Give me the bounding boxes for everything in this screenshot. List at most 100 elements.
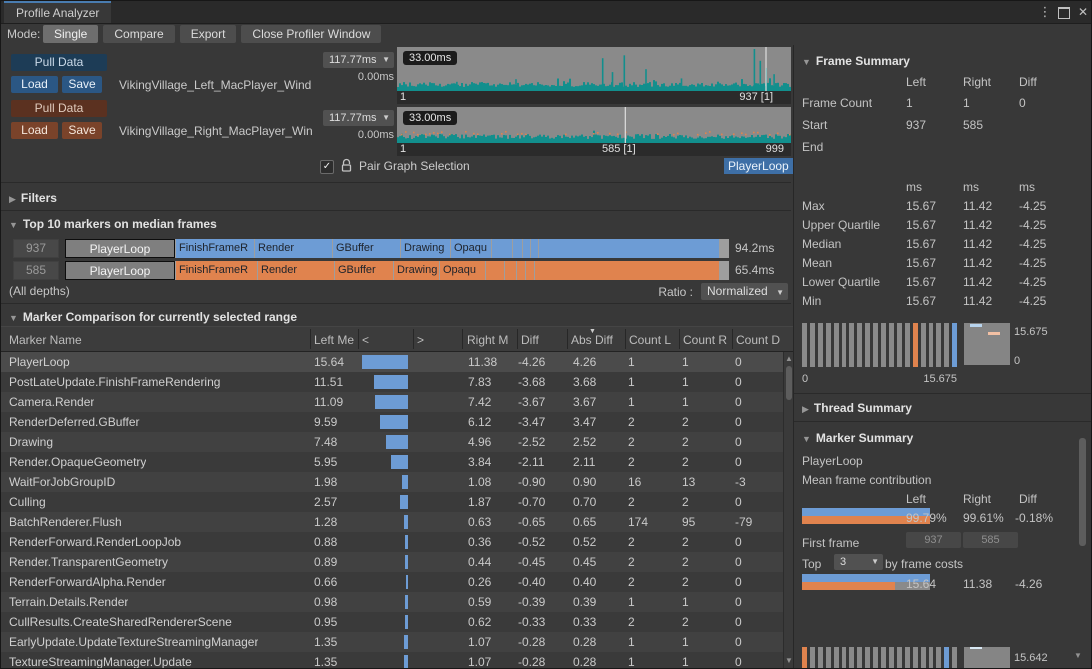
top10-segment-gbuffer[interactable]: GBuffer xyxy=(333,239,400,258)
marker-row[interactable]: PostLateUpdate.FinishFrameRendering11.51… xyxy=(1,372,783,392)
top10-segment-playerloop[interactable]: PlayerLoop xyxy=(65,261,175,280)
left-median-value: 0.66 xyxy=(314,572,337,592)
marker-row[interactable]: RenderDeferred.GBuffer9.596.12-3.473.472… xyxy=(1,412,783,432)
marker-row[interactable]: WaitForJobGroupID1.981.08-0.900.901613-3 xyxy=(1,472,783,492)
toolbar-button-export[interactable]: Export xyxy=(180,25,237,43)
column-header-right-m[interactable]: Right M xyxy=(467,327,508,351)
pair-graph-checkbox[interactable]: ✓ xyxy=(320,160,334,174)
marker-row[interactable]: Render.OpaqueGeometry5.953.84-2.112.1122… xyxy=(1,452,783,472)
top10-segment-render[interactable]: Render xyxy=(258,261,334,280)
table-scrollbar-thumb[interactable] xyxy=(786,366,792,400)
comparison-section-header[interactable]: ▼Marker Comparison for currently selecte… xyxy=(9,310,297,324)
marker-row[interactable]: TextureStreamingManager.Update1.351.07-0… xyxy=(1,652,783,669)
first-frame-label: First frame xyxy=(802,534,859,552)
top10-frame-number[interactable]: 937 xyxy=(13,239,59,258)
marker-row[interactable]: RenderForward.RenderLoopJob0.880.36-0.52… xyxy=(1,532,783,552)
marker-name: PostLateUpdate.FinishFrameRendering xyxy=(9,372,220,392)
panel-scrollbar-thumb[interactable] xyxy=(1079,438,1086,546)
pull-data-right-button[interactable]: Pull Data xyxy=(11,100,107,117)
histogram-bar xyxy=(873,323,878,367)
stat-value: 15.67 xyxy=(906,254,936,272)
top10-segment-finishframer[interactable]: FinishFrameR xyxy=(176,261,257,280)
top10-segment-render[interactable]: Render xyxy=(255,239,332,258)
toolbar-button-single[interactable]: Single xyxy=(43,25,98,43)
marker-histogram[interactable] xyxy=(802,647,957,669)
marker-row[interactable]: PlayerLoop15.6411.38-4.264.26110 xyxy=(1,352,783,372)
marker-row[interactable]: CullResults.CreateSharedRendererScene0.9… xyxy=(1,612,783,632)
column-header-marker-name[interactable]: Marker Name xyxy=(9,327,82,351)
column-header-diff[interactable]: Diff xyxy=(521,327,539,351)
histogram-bar xyxy=(849,647,854,669)
top10-segment[interactable] xyxy=(535,261,719,280)
ratio-dropdown[interactable]: Normalized▼ xyxy=(701,283,788,300)
first-frame-left-button[interactable]: 937 xyxy=(906,532,961,548)
top10-segment-opaqu[interactable]: Opaqu xyxy=(440,261,485,280)
top10-section-header[interactable]: ▼Top 10 markers on median frames xyxy=(9,217,217,231)
pull-data-left-button[interactable]: Pull Data xyxy=(11,54,107,71)
table-scrollbar[interactable]: ▲ ▼ xyxy=(783,352,793,669)
top10-segment[interactable] xyxy=(526,261,534,280)
frame-summary-header[interactable]: ▼Frame Summary xyxy=(802,54,910,68)
histogram-bar xyxy=(905,647,910,669)
frame-info-label: Start xyxy=(802,116,827,134)
column-header-arrow[interactable]: < xyxy=(362,327,369,351)
tab-profile-analyzer[interactable]: Profile Analyzer xyxy=(4,1,111,23)
top10-segment-playerloop[interactable]: PlayerLoop xyxy=(65,239,175,258)
load-right-button[interactable]: Load xyxy=(11,122,58,139)
marker-row[interactable]: Terrain.Details.Render0.980.59-0.390.391… xyxy=(1,592,783,612)
top10-segment[interactable] xyxy=(517,261,525,280)
marker-row[interactable]: Drawing7.484.96-2.522.52220 xyxy=(1,432,783,452)
top-n-dropdown[interactable]: 3▼ xyxy=(834,554,883,570)
toolbar-button-compare[interactable]: Compare xyxy=(103,25,174,43)
top10-segment-opaqu[interactable]: Opaqu xyxy=(451,239,491,258)
histogram-bar xyxy=(952,323,957,367)
marker-row[interactable]: Render.TransparentGeometry0.890.44-0.450… xyxy=(1,552,783,572)
top10-segment-finishframer[interactable]: FinishFrameR xyxy=(176,239,254,258)
marker-row[interactable]: RenderForwardAlpha.Render0.660.26-0.400.… xyxy=(1,572,783,592)
scroll-down-icon[interactable]: ▼ xyxy=(1073,651,1083,661)
top10-segment[interactable] xyxy=(505,261,516,280)
histogram-bar xyxy=(818,323,823,367)
top10-segment[interactable] xyxy=(531,239,538,258)
marker-name: Render.OpaqueGeometry xyxy=(9,452,146,472)
first-frame-right-button[interactable]: 585 xyxy=(963,532,1018,548)
column-header-count-l[interactable]: Count L xyxy=(629,327,671,351)
column-header-left-me[interactable]: Left Me xyxy=(314,327,354,351)
right-median-value: 1.07 xyxy=(468,652,491,669)
column-header-arrow[interactable]: > xyxy=(417,327,424,351)
histogram-bar xyxy=(834,323,839,367)
top10-segment-drawing[interactable]: Drawing xyxy=(394,261,439,280)
load-left-button[interactable]: Load xyxy=(11,76,58,93)
toolbar-button-close-profiler-window[interactable]: Close Profiler Window xyxy=(241,25,381,43)
column-header-count-r[interactable]: Count R xyxy=(683,327,727,351)
top10-segment[interactable] xyxy=(539,239,719,258)
maximize-icon[interactable] xyxy=(1058,7,1070,19)
left-range-dropdown[interactable]: 117.77ms▼ xyxy=(323,52,394,68)
column-header-count-d[interactable]: Count D xyxy=(736,327,780,351)
marker-row[interactable]: Camera.Render11.097.42-3.673.67110 xyxy=(1,392,783,412)
kebab-menu-icon[interactable]: ⋮ xyxy=(1037,4,1053,20)
right-range-dropdown[interactable]: 117.77ms▼ xyxy=(323,110,394,126)
top10-frame-number[interactable]: 585 xyxy=(13,261,59,280)
histogram-bar xyxy=(897,323,902,367)
marker-summary-header[interactable]: ▼Marker Summary xyxy=(802,431,913,445)
top10-segment[interactable] xyxy=(513,239,522,258)
save-right-button[interactable]: Save xyxy=(62,122,102,139)
top10-segment[interactable] xyxy=(492,239,512,258)
top10-segment[interactable] xyxy=(523,239,530,258)
marker-row[interactable]: BatchRenderer.Flush1.280.63-0.650.651749… xyxy=(1,512,783,532)
frame-histogram[interactable] xyxy=(802,323,957,367)
filters-section-header[interactable]: ▶Filters xyxy=(9,191,57,205)
save-left-button[interactable]: Save xyxy=(62,76,102,93)
top10-segment-drawing[interactable]: Drawing xyxy=(401,239,450,258)
top10-segment-gbuffer[interactable]: GBuffer xyxy=(335,261,393,280)
lock-icon[interactable] xyxy=(340,158,353,173)
marker-row[interactable]: EarlyUpdate.UpdateTextureStreamingManage… xyxy=(1,632,783,652)
top10-segment[interactable] xyxy=(486,261,504,280)
count-left-value: 1 xyxy=(628,352,635,372)
selected-marker-chip[interactable]: PlayerLoop xyxy=(724,158,793,174)
thread-summary-header[interactable]: ▶Thread Summary xyxy=(802,401,912,415)
right-graph-threshold: 33.00ms xyxy=(403,111,457,125)
close-icon[interactable]: ✕ xyxy=(1075,4,1091,20)
marker-row[interactable]: Culling2.571.87-0.700.70220 xyxy=(1,492,783,512)
